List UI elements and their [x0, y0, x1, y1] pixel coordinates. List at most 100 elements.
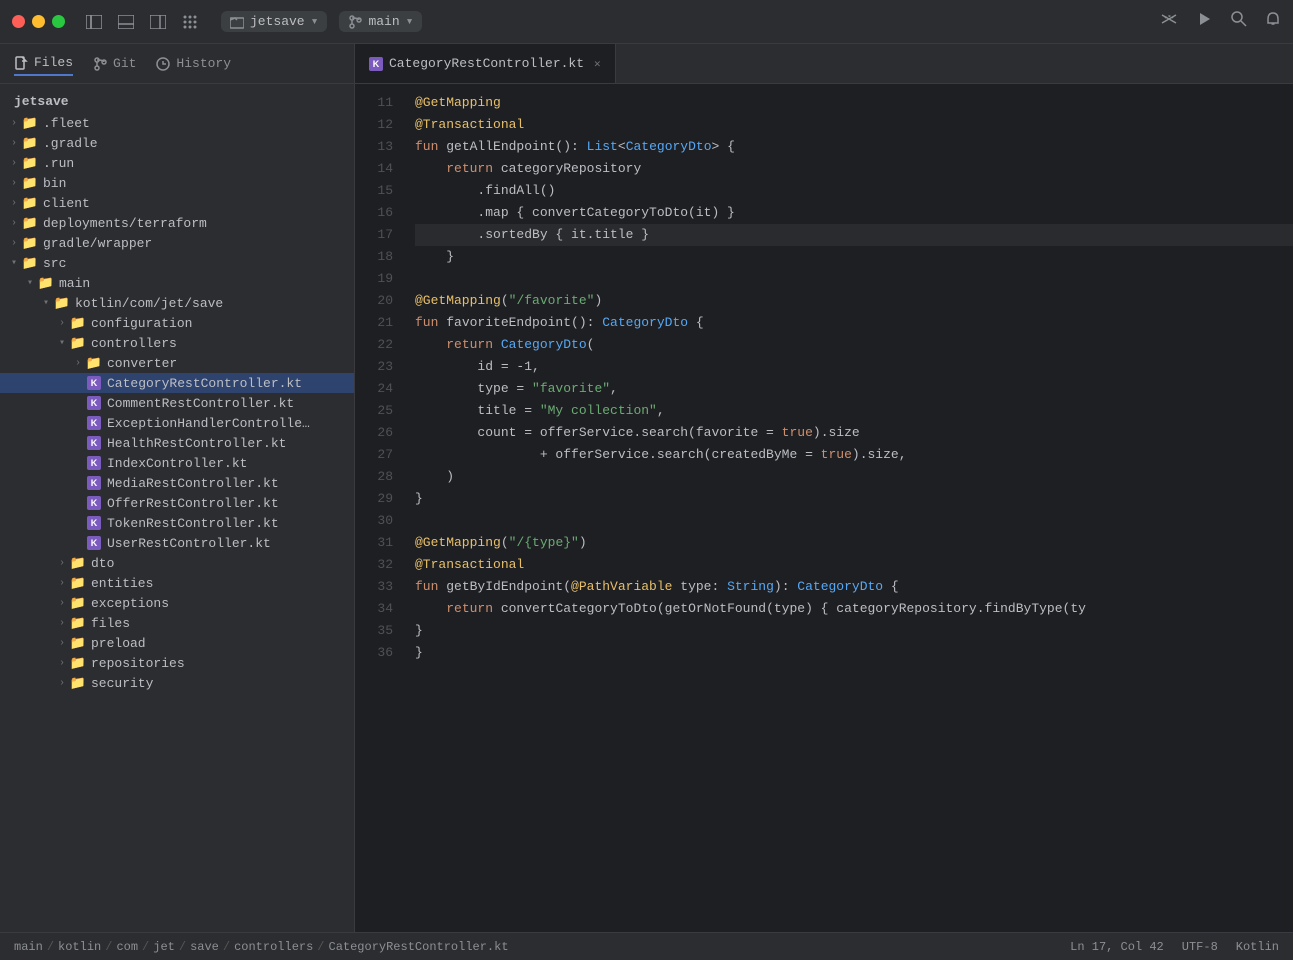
close-button[interactable]	[12, 15, 25, 28]
titlebar-layout-icons	[85, 13, 199, 31]
tree-item-converter[interactable]: 📁converter	[0, 353, 354, 373]
tab-close-button[interactable]: ✕	[594, 57, 601, 71]
tree-item-bin[interactable]: 📁bin	[0, 173, 354, 193]
tree-arrow-gradle_wrapper[interactable]	[6, 235, 22, 251]
tree-item-deployments[interactable]: 📁deployments/terraform	[0, 213, 354, 233]
project-root-label: jetsave	[0, 92, 354, 111]
tree-arrow-security[interactable]	[54, 675, 70, 691]
tree-item-CommentRestController[interactable]: KCommentRestController.kt	[0, 393, 354, 413]
tree-item-ExceptionHandlerController[interactable]: KExceptionHandlerControlle…	[0, 413, 354, 433]
branch-chevron-icon: ▾	[406, 14, 414, 29]
tree-label-src: src	[43, 256, 66, 271]
tree-item-run[interactable]: 📁.run	[0, 153, 354, 173]
tree-item-dto[interactable]: 📁dto	[0, 553, 354, 573]
no-wifi-icon[interactable]	[1160, 10, 1178, 33]
sidebar-tab-history[interactable]: History	[156, 52, 231, 75]
minimize-button[interactable]	[32, 15, 45, 28]
tree-arrow-gradle[interactable]	[6, 135, 22, 151]
tree-item-configuration[interactable]: 📁configuration	[0, 313, 354, 333]
branch-selector[interactable]: main ▾	[339, 11, 422, 32]
code-line-27: + offerService.search(createdByMe = true…	[415, 444, 1293, 466]
kt-icon-HealthRestController: K	[86, 435, 102, 451]
tree-item-HealthRestController[interactable]: KHealthRestController.kt	[0, 433, 354, 453]
tree-item-main[interactable]: 📁main	[0, 273, 354, 293]
tree-item-entities[interactable]: 📁entities	[0, 573, 354, 593]
bell-icon[interactable]	[1265, 11, 1281, 33]
layout-right-icon[interactable]	[149, 13, 167, 31]
branch-name: main	[368, 14, 399, 29]
tree-arrow-preload[interactable]	[54, 635, 70, 651]
kt-icon-MediaRestController: K	[86, 475, 102, 491]
sidebar-tab-files[interactable]: Files	[14, 51, 73, 76]
code-line-20: @GetMapping("/favorite")	[415, 290, 1293, 312]
tree-item-controllers[interactable]: 📁controllers	[0, 333, 354, 353]
editor-content[interactable]: 1112131415161718192021222324252627282930…	[355, 84, 1293, 932]
status-breadcrumb: main / kotlin / com / jet / save / contr…	[14, 940, 509, 954]
tree-item-exceptions[interactable]: 📁exceptions	[0, 593, 354, 613]
grid-icon[interactable]	[181, 13, 199, 31]
tree-arrow-kotlin[interactable]	[38, 295, 54, 311]
tree-item-OfferRestController[interactable]: KOfferRestController.kt	[0, 493, 354, 513]
tree-item-IndexController[interactable]: KIndexController.kt	[0, 453, 354, 473]
tree-item-MediaRestController[interactable]: KMediaRestController.kt	[0, 473, 354, 493]
tree-item-UserRestController[interactable]: KUserRestController.kt	[0, 533, 354, 553]
file-encoding: UTF-8	[1182, 940, 1218, 954]
tree-arrow-deployments[interactable]	[6, 215, 22, 231]
code-line-14: return categoryRepository	[415, 158, 1293, 180]
line-num-17: 17	[355, 224, 393, 246]
tree-item-security[interactable]: 📁security	[0, 673, 354, 693]
editor-tab-categoryrestcontroller[interactable]: K CategoryRestController.kt ✕	[355, 44, 616, 83]
tree-arrow-exceptions[interactable]	[54, 595, 70, 611]
tree-arrow-repositories[interactable]	[54, 655, 70, 671]
code-line-22: return CategoryDto(	[415, 334, 1293, 356]
run-icon[interactable]	[1196, 11, 1212, 33]
tree-arrow-files[interactable]	[54, 615, 70, 631]
tree-item-fleet[interactable]: 📁.fleet	[0, 113, 354, 133]
tree-arrow-main[interactable]	[22, 275, 38, 291]
tree-item-preload[interactable]: 📁preload	[0, 633, 354, 653]
code-line-19	[415, 268, 1293, 290]
line-num-13: 13	[355, 136, 393, 158]
project-selector[interactable]: jetsave ▾	[221, 11, 327, 32]
line-numbers: 1112131415161718192021222324252627282930…	[355, 84, 403, 932]
line-num-29: 29	[355, 488, 393, 510]
line-num-35: 35	[355, 620, 393, 642]
tree-label-main: main	[59, 276, 90, 291]
tree-item-CategoryRestController[interactable]: KCategoryRestController.kt	[0, 373, 354, 393]
breadcrumb-jet: jet	[153, 940, 175, 954]
tree-item-gradle_wrapper[interactable]: 📁gradle/wrapper	[0, 233, 354, 253]
breadcrumb-save: save	[190, 940, 219, 954]
tree-arrow-dto[interactable]	[54, 555, 70, 571]
project-chevron-icon: ▾	[311, 14, 319, 29]
status-right: Ln 17, Col 42 UTF-8 Kotlin	[1070, 940, 1279, 954]
line-num-14: 14	[355, 158, 393, 180]
tree-item-TokenRestController[interactable]: KTokenRestController.kt	[0, 513, 354, 533]
tree-arrow-client[interactable]	[6, 195, 22, 211]
tree-item-files[interactable]: 📁files	[0, 613, 354, 633]
tree-arrow-bin[interactable]	[6, 175, 22, 191]
tree-label-run: .run	[43, 156, 74, 171]
tree-arrow-src[interactable]	[6, 255, 22, 271]
layout-bottom-icon[interactable]	[117, 13, 135, 31]
maximize-button[interactable]	[52, 15, 65, 28]
tree-item-kotlin[interactable]: 📁kotlin/com/jet/save	[0, 293, 354, 313]
tree-arrow-controllers[interactable]	[54, 335, 70, 351]
tree-item-client[interactable]: 📁client	[0, 193, 354, 213]
tree-item-gradle[interactable]: 📁.gradle	[0, 133, 354, 153]
search-icon[interactable]	[1230, 10, 1247, 33]
tree-arrow-configuration[interactable]	[54, 315, 70, 331]
sidebar-tab-git[interactable]: Git	[93, 52, 136, 75]
sidebar-toggle-icon[interactable]	[85, 13, 103, 31]
tree-arrow-entities[interactable]	[54, 575, 70, 591]
folder-icon-repositories: 📁	[70, 655, 86, 671]
code-line-32: @Transactional	[415, 554, 1293, 576]
tree-arrow-fleet[interactable]	[6, 115, 22, 131]
line-num-19: 19	[355, 268, 393, 290]
tree-item-src[interactable]: 📁src	[0, 253, 354, 273]
tree-arrow-run[interactable]	[6, 155, 22, 171]
tree-item-repositories[interactable]: 📁repositories	[0, 653, 354, 673]
sidebar-tab-history-label: History	[176, 56, 231, 71]
breadcrumb-com: com	[116, 940, 138, 954]
tree-arrow-converter[interactable]	[70, 355, 86, 371]
code-line-16: .map { convertCategoryToDto(it) }	[415, 202, 1293, 224]
